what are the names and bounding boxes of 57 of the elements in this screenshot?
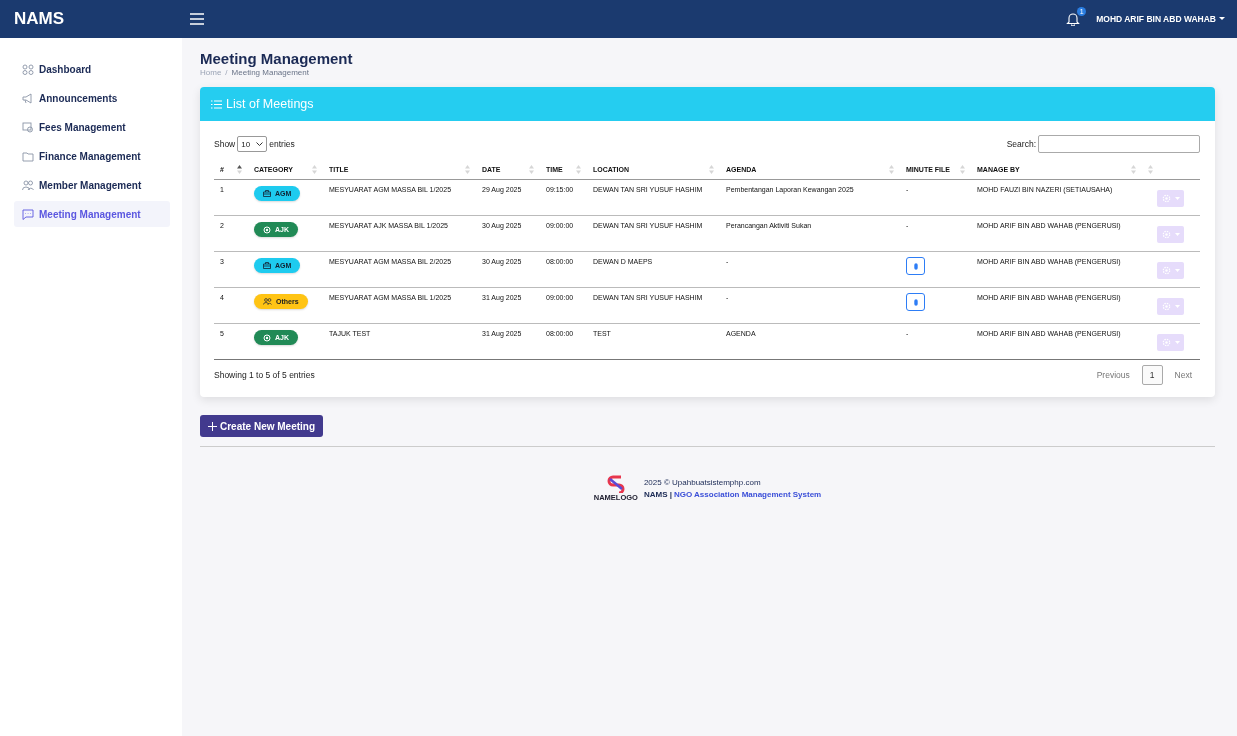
- brand-logo[interactable]: NAMS: [14, 9, 190, 29]
- menu-icon[interactable]: [190, 13, 204, 25]
- sidebar-item[interactable]: Member Management: [14, 172, 170, 198]
- caret-icon: [1174, 305, 1180, 308]
- gear-icon: [1161, 266, 1171, 275]
- create-meeting-button[interactable]: Create New Meeting: [200, 415, 324, 437]
- gear-icon: [1161, 194, 1171, 203]
- user-menu[interactable]: MOHD ARIF BIN ABD WAHAB: [1096, 14, 1225, 24]
- caret-icon: [1174, 341, 1180, 344]
- actions-dropdown[interactable]: [1157, 190, 1184, 207]
- show-label: Show: [214, 139, 236, 149]
- list-icon: [211, 99, 222, 109]
- page-title: Meeting Management: [200, 50, 353, 67]
- pagination-button[interactable]: 1: [1141, 365, 1163, 385]
- plus-icon: [208, 421, 217, 431]
- actions-dropdown[interactable]: [1157, 334, 1184, 351]
- gear-icon: [1161, 230, 1171, 239]
- chat-icon: [22, 208, 34, 220]
- caret-icon: [1174, 197, 1180, 200]
- entries-info: Showing 1 to 5 of 5 entries: [214, 370, 315, 380]
- search-label: Search:: [1006, 139, 1036, 149]
- actions-dropdown[interactable]: [1157, 298, 1184, 315]
- breadcrumb-current: Meeting Management: [231, 68, 309, 77]
- sidebar-item[interactable]: Announcements: [14, 85, 170, 111]
- breadcrumb-separator: /: [225, 68, 228, 77]
- gear-icon: [1161, 338, 1171, 347]
- footer-brand: NAMS |: [643, 490, 672, 499]
- notification-button[interactable]: [1066, 12, 1081, 26]
- users-icon: [22, 179, 34, 191]
- file-icon: [913, 262, 918, 270]
- sidebar-item[interactable]: Finance Management: [14, 143, 170, 169]
- file-button[interactable]: [906, 257, 925, 275]
- sidebar-item[interactable]: Meeting Management: [14, 201, 170, 227]
- caret-icon: [1174, 233, 1180, 236]
- pagination-button[interactable]: Next: [1166, 365, 1200, 385]
- folder-icon: [22, 150, 34, 162]
- chevron-down-icon: [256, 141, 264, 147]
- entries-label: entries: [269, 139, 295, 149]
- caret-icon: [1174, 269, 1180, 272]
- footer-link[interactable]: NGO Association Management System: [673, 490, 822, 499]
- entries-select[interactable]: 10: [237, 136, 268, 152]
- caret-icon: [1219, 17, 1225, 21]
- pagination-button[interactable]: Previous: [1088, 365, 1138, 385]
- sidebar-item[interactable]: Fees Management: [14, 114, 170, 140]
- search-field[interactable]: [1038, 135, 1200, 153]
- copyright-text: 2025 © Upahbuatsistemphp.com: [643, 478, 762, 487]
- card-title: List of Meetings: [226, 97, 314, 111]
- bell-icon: [1066, 12, 1081, 26]
- file-button[interactable]: [906, 293, 925, 311]
- megaphone-icon: [22, 92, 34, 104]
- file-icon: [913, 298, 918, 306]
- grid-icon: [22, 63, 34, 75]
- sidebar-item[interactable]: Dashboard: [14, 56, 170, 82]
- receipt-icon: [22, 121, 34, 133]
- gear-icon: [1161, 302, 1171, 311]
- actions-dropdown[interactable]: [1157, 226, 1184, 243]
- actions-dropdown[interactable]: [1157, 262, 1184, 279]
